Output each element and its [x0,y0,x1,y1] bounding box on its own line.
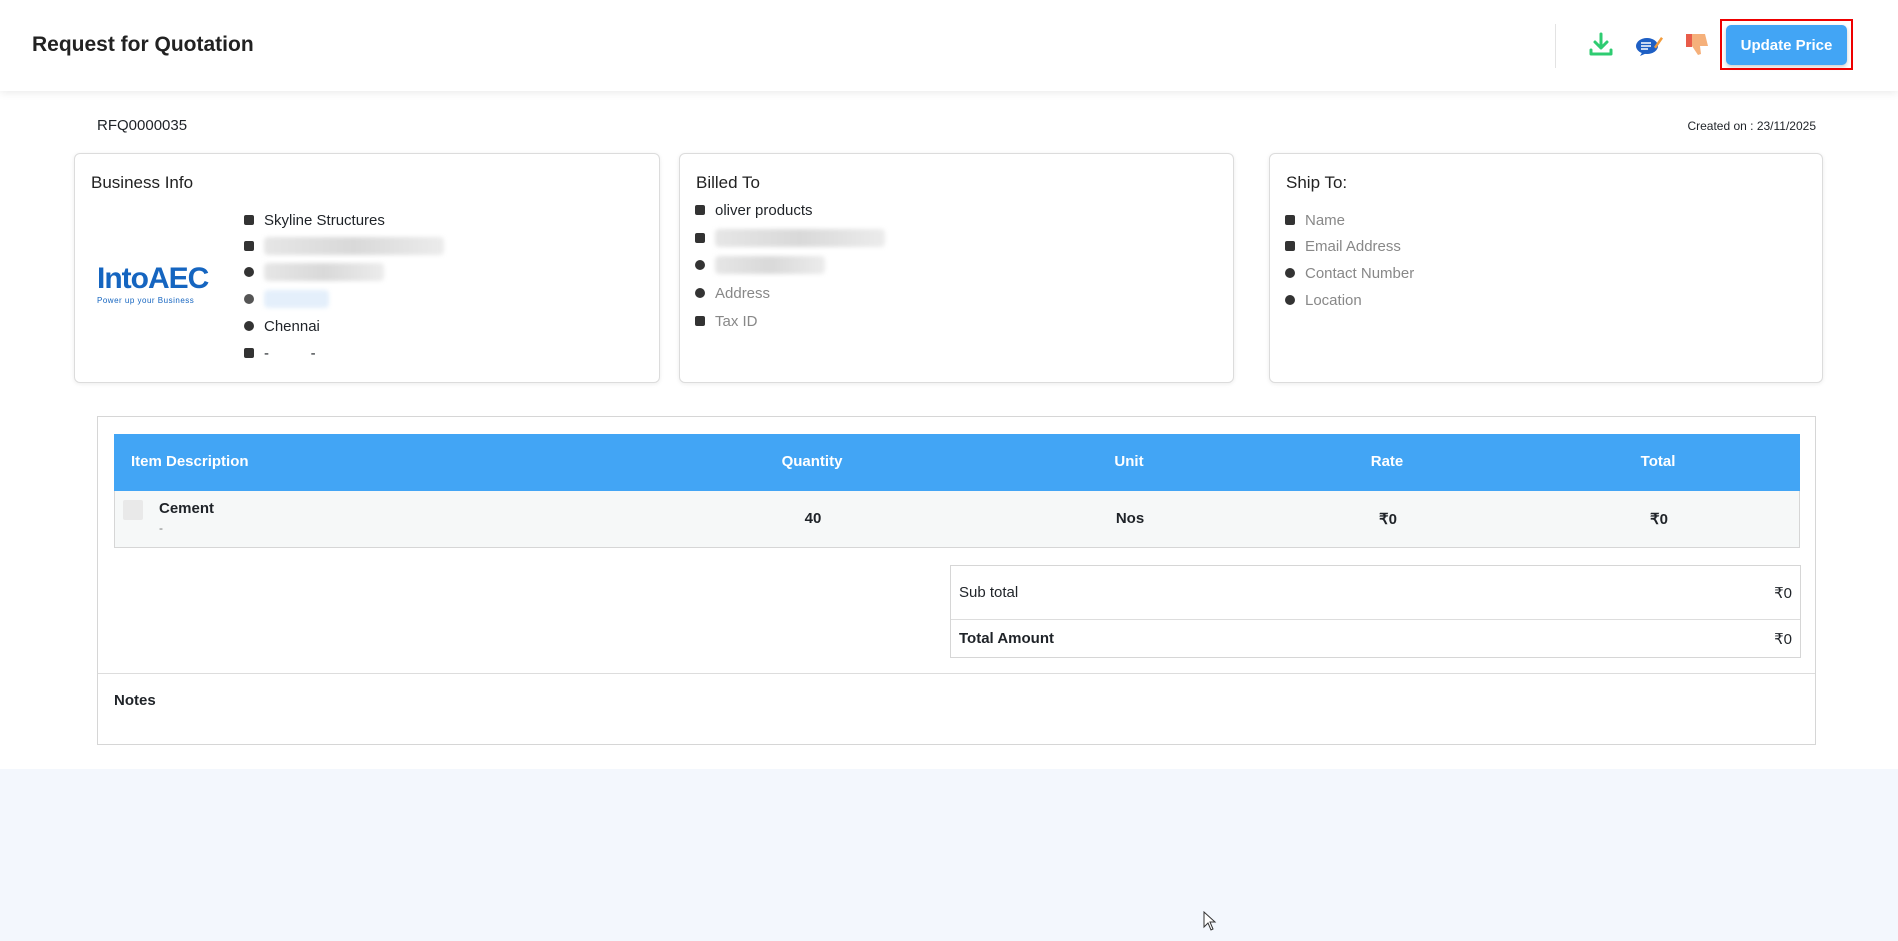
document-icon [695,316,705,326]
image-placeholder-icon [123,500,143,520]
redacted-website [264,290,329,308]
building-icon [1285,215,1295,225]
item-name: Cement [159,500,215,517]
created-on: Created on : 23/11/2025 [1687,119,1816,133]
notes-label: Notes [114,692,156,709]
subtotal-label: Sub total [959,584,1019,601]
divider [98,673,1815,674]
business-info-card: Business Info IntoAEC Power up your Busi… [74,153,660,383]
ship-contact: Contact Number [1305,264,1415,282]
card-title: Business Info [91,173,194,192]
item-quantity: 40 [804,510,822,527]
card-title: Ship To: [1286,173,1348,192]
business-name: Skyline Structures [264,211,385,229]
billed-tax-id: Tax ID [715,312,758,330]
email-icon [695,233,705,243]
highlight-box [1720,19,1853,70]
ship-name: Name [1305,211,1346,229]
item-sub: - [159,521,163,535]
ship-email: Email Address [1305,237,1401,255]
billed-name: oliver products [715,201,813,219]
subtotal-value: ₹0 [1774,585,1792,602]
col-rate: Rate [1370,453,1404,470]
total-value: ₹0 [1774,631,1792,648]
location-icon [695,288,705,298]
item-unit: Nos [1115,510,1145,527]
mouse-cursor-icon [1203,911,1217,931]
divider [951,619,1800,620]
item-total: ₹0 [1650,511,1668,528]
ship-to-card: Ship To: Name Email Address Contact Numb… [1269,153,1823,383]
card-title: Billed To [696,173,760,192]
redacted-phone [264,263,384,281]
page-title: Request for Quotation [32,33,254,56]
document-icon [244,348,254,358]
billed-address: Address [715,284,771,302]
chat-edit-icon[interactable] [1634,30,1664,60]
email-icon [1285,241,1295,251]
header: Request for Quotation Update Price [0,0,1898,91]
redacted-email [264,237,444,255]
phone-icon [1285,268,1295,278]
summary-box: Sub total ₹0 Total Amount ₹0 [950,565,1801,658]
phone-icon [244,267,254,277]
billed-to-card: Billed To oliver products Address Tax ID [679,153,1234,383]
ship-location: Location [1305,291,1362,309]
download-icon[interactable] [1586,30,1616,60]
company-logo: IntoAEC Power up your Business [97,262,209,305]
logo-tagline: Power up your Business [97,296,195,305]
email-icon [244,241,254,251]
location-icon [244,321,254,331]
rfq-number: RFQ0000035 [97,117,188,134]
business-tax: - - [264,344,316,362]
redacted-phone [715,256,825,274]
building-icon [244,215,254,225]
col-unit: Unit [1114,453,1144,470]
phone-icon [695,260,705,270]
globe-icon [244,294,254,304]
col-item: Item Description [131,453,249,470]
logo-text: IntoAEC [97,262,209,295]
redacted-email [715,229,885,247]
thumbs-down-icon[interactable] [1683,30,1713,60]
total-label: Total Amount [959,630,1054,647]
item-rate: ₹0 [1379,511,1397,528]
divider [1555,24,1556,68]
table-row: Cement - 40 Nos ₹0 ₹0 [114,491,1800,548]
table-header: Item Description Quantity Unit Rate Tota… [114,434,1800,491]
business-city: Chennai [264,317,320,335]
col-quantity: Quantity [781,453,843,470]
building-icon [695,205,705,215]
col-total: Total [1640,453,1676,470]
location-icon [1285,295,1295,305]
items-section: Item Description Quantity Unit Rate Tota… [97,416,1816,745]
